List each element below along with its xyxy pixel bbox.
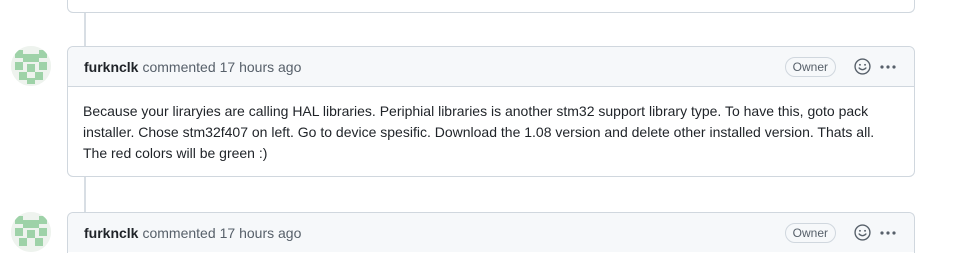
comment-action: commented: [142, 58, 216, 75]
comment-timestamp-link[interactable]: 17 hours ago: [220, 225, 302, 241]
add-reaction-button[interactable]: [852, 57, 872, 77]
comment-action: commented: [142, 224, 216, 241]
comment-body: Because your liraryies are calling HAL l…: [83, 103, 875, 161]
smiley-icon: [853, 224, 871, 241]
comment-header: furknclk commented 17 hours ago Owner: [68, 213, 914, 252]
identicon-icon: [11, 46, 51, 86]
owner-badge: Owner: [784, 222, 836, 243]
comment-options-button[interactable]: [878, 223, 898, 243]
avatar[interactable]: [11, 212, 51, 252]
add-reaction-button[interactable]: [852, 223, 872, 243]
comment-card: furknclk commented 17 hours ago Owner Be…: [67, 46, 915, 177]
previous-comment-box: [67, 0, 915, 13]
comment-timestamp-link[interactable]: 17 hours ago: [220, 59, 302, 75]
avatar[interactable]: [11, 46, 51, 86]
identicon-icon: [11, 212, 51, 252]
comment-card: furknclk commented 17 hours ago Owner: [67, 212, 915, 253]
comment-header: furknclk commented 17 hours ago Owner: [68, 47, 914, 87]
comment-author-link[interactable]: furknclk: [84, 225, 138, 241]
comment-options-button[interactable]: [878, 57, 898, 77]
comment-author-link[interactable]: furknclk: [84, 59, 138, 75]
kebab-horizontal-icon: [880, 64, 896, 69]
owner-badge: Owner: [784, 56, 836, 77]
kebab-horizontal-icon: [880, 230, 896, 235]
smiley-icon: [853, 58, 871, 75]
